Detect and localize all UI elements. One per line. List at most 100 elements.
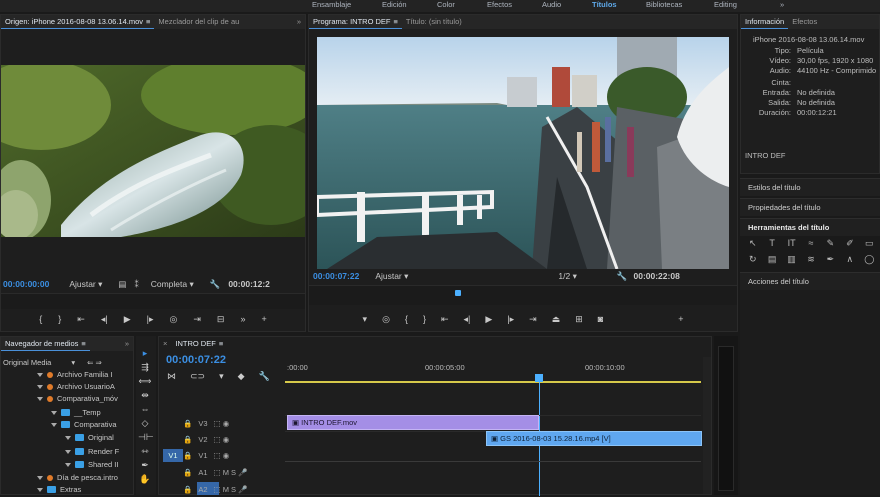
play-icon[interactable]: ▶ (124, 314, 131, 325)
convert-anchor-icon[interactable]: ∧ (841, 254, 858, 268)
source-scrub-bar[interactable] (1, 293, 305, 309)
track-label-v3[interactable]: V3 (198, 419, 207, 428)
play-icon[interactable]: ▶ (485, 314, 492, 325)
list-item[interactable]: Día de pesca.intro (37, 472, 118, 483)
track-select-icon[interactable]: ⇶ (138, 362, 152, 373)
add-button-icon[interactable]: + (261, 314, 266, 324)
timeline-ruler[interactable]: :00:00 00:00:05:00 00:00:10:00 (285, 357, 701, 383)
workspace-titulos[interactable]: Títulos (592, 0, 617, 9)
snap-icon[interactable]: ⋈ (167, 371, 176, 382)
title-actions-panel[interactable]: Acciones del título (740, 272, 880, 290)
list-item[interactable]: Comparativa (51, 419, 117, 430)
lift-icon[interactable]: ⏏ (552, 314, 561, 325)
ripple-edit-icon[interactable]: ⟺ (138, 376, 152, 387)
camera-icon[interactable]: ◙ (598, 314, 603, 324)
list-item[interactable]: Archivo UsuarioA (37, 381, 115, 392)
step-back-icon[interactable]: ◂| (464, 314, 471, 325)
mark-in-icon[interactable]: { (405, 314, 408, 324)
timeline-scrollbar[interactable] (703, 357, 711, 494)
workspace-editing[interactable]: Editing (714, 0, 737, 9)
go-to-out-icon[interactable]: ⇥ (529, 314, 537, 325)
extract-icon[interactable]: ⊞ (575, 314, 583, 325)
razor-icon[interactable]: ◇ (138, 418, 152, 429)
list-item[interactable]: Extras (37, 484, 81, 495)
slip-tool-icon[interactable]: ⊣⊢ (138, 432, 154, 443)
workspace-edicion[interactable]: Edición (382, 0, 407, 9)
list-item[interactable]: Render F (65, 446, 119, 457)
step-forward-icon[interactable]: |▸ (147, 314, 154, 325)
workspace-bibliotecas[interactable]: Bibliotecas (646, 0, 682, 9)
program-timecode[interactable]: 00:00:07:22 (313, 271, 359, 281)
track-label-a1[interactable]: A1 (198, 468, 207, 477)
timeline-timecode[interactable]: 00:00:07:22 (166, 354, 226, 366)
vertical-area-text-icon[interactable]: ▥ (783, 254, 800, 268)
vertical-text-icon[interactable]: IT (783, 238, 800, 252)
settings-wrench-icon[interactable]: 🔧 (259, 371, 270, 382)
workspace-ensamblaje[interactable]: Ensamblaje (312, 0, 351, 9)
title-tools-panel[interactable]: Herramientas del título (740, 218, 880, 236)
linked-selection-icon[interactable]: ⊂⊃ (190, 371, 205, 382)
insert-icon[interactable]: ⇥ (193, 314, 201, 325)
list-item[interactable]: Archivo Familia I (37, 369, 112, 380)
mark-out-icon[interactable]: } (58, 314, 61, 324)
area-text-icon[interactable]: ▤ (763, 254, 780, 268)
media-root-select[interactable]: Original Media ▾ ⇐ ⇒ (3, 357, 102, 368)
overwrite-icon[interactable]: ⊟ (217, 314, 225, 325)
go-to-in-icon[interactable]: ⇤ (77, 314, 85, 325)
loop-icon[interactable]: ◎ (382, 314, 390, 325)
program-resolution-select[interactable]: 1/2 ▾ (558, 271, 576, 282)
track-label-a2[interactable]: A2 (198, 485, 207, 494)
list-item[interactable]: Shared II (65, 459, 118, 470)
wrench-icon[interactable]: 🔧 (210, 279, 221, 290)
source-quality-select[interactable]: Completa ▾ (151, 279, 194, 290)
hand-tool-icon[interactable]: ✋ (138, 474, 152, 485)
tab-media-browser[interactable]: Navegador de medios ≡ (1, 337, 90, 351)
tab-info[interactable]: Información (741, 15, 789, 29)
delete-anchor-icon[interactable]: ✒ (822, 254, 839, 268)
workspace-overflow-icon[interactable]: » (780, 0, 784, 9)
path-text-icon[interactable]: ≈ (802, 238, 819, 252)
overflow-icon[interactable]: » (240, 314, 245, 324)
program-scrub-bar[interactable] (309, 285, 737, 305)
tab-audio-mixer[interactable]: Mezclador del clip de au (154, 15, 243, 29)
rate-stretch-icon[interactable]: ⇔ (138, 404, 152, 415)
rolling-edit-icon[interactable]: ⇹ (138, 390, 152, 401)
source-patch-v1[interactable]: V1 (163, 449, 183, 462)
path-vertical-icon[interactable]: ≋ (802, 254, 819, 268)
marker-icon[interactable]: ◆ (238, 371, 245, 382)
selection-tool-icon[interactable]: ↖ (744, 238, 761, 252)
title-properties-panel[interactable]: Propiedades del título (740, 198, 880, 216)
loop-icon[interactable]: ◎ (169, 314, 177, 325)
source-timecode[interactable]: 00:00:00:00 (3, 279, 49, 289)
tab-title[interactable]: Título: (sin título) (402, 15, 466, 29)
title-styles-panel[interactable]: Estilos del título (740, 178, 880, 196)
program-playhead[interactable] (455, 290, 461, 296)
list-item[interactable]: __Temp (51, 407, 101, 418)
ellipse-tool-icon[interactable]: ◯ (861, 254, 878, 268)
track-label-v1[interactable]: V1 (198, 451, 207, 460)
step-forward-icon[interactable]: |▸ (507, 314, 514, 325)
pen-tool-icon[interactable]: ✎ (822, 238, 839, 252)
timeline-clip-gs[interactable]: ▣ GS 2016-08-03 15.28.16.mp4 [V] (486, 431, 702, 446)
add-anchor-icon[interactable]: ✐ (841, 238, 858, 252)
panel-overflow-icon[interactable]: » (121, 337, 133, 351)
source-fit-select[interactable]: Ajustar ▾ (69, 279, 102, 290)
selection-tool-icon[interactable]: ▸ (138, 348, 152, 359)
sequence-close-icon[interactable]: × (159, 337, 171, 351)
tab-effects[interactable]: Efectos (788, 15, 821, 29)
mark-in-icon[interactable]: { (39, 314, 42, 324)
program-fit-select[interactable]: Ajustar ▾ (375, 271, 408, 282)
export-frame-icon[interactable]: ▤ (118, 279, 126, 290)
track-label-v2[interactable]: V2 (198, 435, 207, 444)
step-back-icon[interactable]: ◂| (101, 314, 108, 325)
slide-tool-icon[interactable]: ⇿ (138, 446, 152, 457)
add-button-icon[interactable]: + (678, 314, 683, 324)
list-item[interactable]: Original (65, 432, 114, 443)
timeline-clip-intro[interactable]: ▣ INTRO DEF.mov (287, 415, 539, 430)
add-marker-icon[interactable]: ▾ (219, 371, 224, 382)
rotate-tool-icon[interactable]: ↻ (744, 254, 761, 268)
wrench-icon[interactable]: 🔧 (617, 271, 628, 282)
list-item[interactable]: Comparativa_móv (37, 393, 118, 404)
mark-out-icon[interactable]: } (423, 314, 426, 324)
workspace-efectos[interactable]: Efectos (487, 0, 512, 9)
